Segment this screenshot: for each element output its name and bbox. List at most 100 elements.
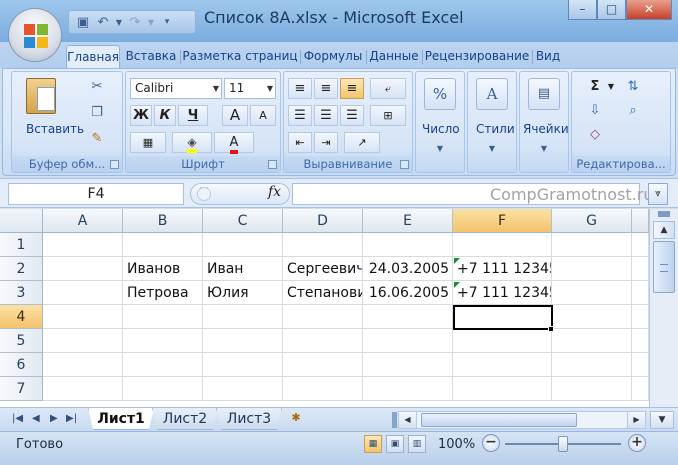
split-handle[interactable] xyxy=(658,211,670,217)
undo-icon[interactable]: ↶ xyxy=(95,15,111,30)
italic-button[interactable]: К xyxy=(154,105,176,126)
cell-c1[interactable] xyxy=(203,233,283,257)
zoom-slider-knob[interactable] xyxy=(558,436,568,452)
dialog-launcher-icon[interactable] xyxy=(400,160,409,169)
paste-icon[interactable] xyxy=(26,78,56,114)
first-sheet-icon[interactable]: |◀ xyxy=(12,413,23,424)
horizontal-scrollbar[interactable]: ◀ ▶ xyxy=(398,411,646,429)
cell-h6[interactable] xyxy=(632,353,649,377)
scroll-thumb[interactable] xyxy=(653,241,675,293)
column-header-f[interactable]: F xyxy=(453,209,552,233)
bold-button[interactable]: Ж xyxy=(130,105,152,126)
sort-filter-icon[interactable]: ⇅ xyxy=(624,78,642,96)
cell-c3[interactable]: Юлия xyxy=(203,281,283,305)
tab-view[interactable]: Вид xyxy=(534,45,562,68)
cell-c5[interactable] xyxy=(203,329,283,353)
error-indicator-icon[interactable] xyxy=(454,282,460,288)
fill-color-button[interactable]: ◈ xyxy=(172,132,212,153)
cells-icon[interactable]: ▤ xyxy=(528,78,560,110)
cell-a4[interactable] xyxy=(43,305,123,329)
cell-d2[interactable]: Сергеевич xyxy=(283,257,363,281)
zoom-out-icon[interactable]: − xyxy=(482,434,500,452)
zoom-in-icon[interactable]: + xyxy=(628,434,646,452)
dialog-launcher-icon[interactable] xyxy=(268,160,277,169)
find-icon[interactable]: ⌕ xyxy=(624,102,642,120)
paste-button-label[interactable]: Вставить xyxy=(26,122,84,136)
column-header-a[interactable]: A xyxy=(43,209,123,233)
active-cell-f4[interactable] xyxy=(453,305,553,330)
tab-formulas[interactable]: Формулы xyxy=(302,45,364,68)
align-left-button[interactable]: ☰ xyxy=(288,105,312,126)
customize-icon[interactable]: ▾ xyxy=(159,17,175,27)
number-format-icon[interactable]: % xyxy=(424,78,456,110)
save-icon[interactable]: ▣ xyxy=(75,15,91,30)
cell-b4[interactable] xyxy=(123,305,203,329)
format-painter-icon[interactable]: ✎ xyxy=(88,130,106,148)
tab-review[interactable]: Рецензирование xyxy=(424,45,530,68)
chevron-down-icon[interactable]: ▼ xyxy=(267,79,273,98)
zoom-level[interactable]: 100% xyxy=(438,437,475,452)
cell-a2[interactable] xyxy=(43,257,123,281)
chevron-down-icon[interactable]: ▼ xyxy=(431,140,449,158)
scroll-down-icon[interactable]: ▼ xyxy=(650,411,674,429)
cell-g2[interactable] xyxy=(552,257,632,281)
align-top-button[interactable]: ≡ xyxy=(288,78,312,99)
vertical-scrollbar[interactable]: ▲ xyxy=(649,209,678,407)
styles-button-label[interactable]: Стили xyxy=(476,122,515,136)
cell-g5[interactable] xyxy=(552,329,632,353)
cell-g7[interactable] xyxy=(552,377,632,401)
normal-view-icon[interactable]: ▦ xyxy=(364,435,382,453)
minimize-button[interactable]: – xyxy=(568,0,597,20)
cell-d7[interactable] xyxy=(283,377,363,401)
row-header-7[interactable]: 7 xyxy=(0,377,43,401)
row-header-6[interactable]: 6 xyxy=(0,353,43,377)
shrink-font-button[interactable]: A xyxy=(250,105,276,126)
cell-d1[interactable] xyxy=(283,233,363,257)
maximize-button[interactable]: □ xyxy=(597,0,626,20)
tab-split-handle[interactable] xyxy=(392,412,397,428)
row-header-4[interactable]: 4 xyxy=(0,305,43,329)
cell-b3[interactable]: Петрова xyxy=(123,281,203,305)
underline-button[interactable]: Ч xyxy=(178,105,208,126)
row-header-5[interactable]: 5 xyxy=(0,329,43,353)
cell-e4[interactable] xyxy=(363,305,453,329)
cell-f6[interactable] xyxy=(453,353,552,377)
cell-f2[interactable]: +7 111 1234569 xyxy=(453,257,552,281)
cell-h4[interactable] xyxy=(632,305,649,329)
cell-h7[interactable] xyxy=(632,377,649,401)
cell-f7[interactable] xyxy=(453,377,552,401)
cell-a7[interactable] xyxy=(43,377,123,401)
cell-f3[interactable]: +7 111 1234574 xyxy=(453,281,552,305)
cell-d5[interactable] xyxy=(283,329,363,353)
row-header-1[interactable]: 1 xyxy=(0,233,43,257)
tab-data[interactable]: Данные xyxy=(368,45,420,68)
column-header-d[interactable]: D xyxy=(283,209,363,233)
tab-page-layout[interactable]: Разметка страниц xyxy=(182,45,298,68)
expand-formula-bar-icon[interactable]: ⩔ xyxy=(648,183,668,205)
column-header-h[interactable] xyxy=(632,209,649,233)
tab-insert[interactable]: Вставка xyxy=(124,45,178,68)
row-header-2[interactable]: 2 xyxy=(0,257,43,281)
previous-sheet-icon[interactable]: ◀ xyxy=(32,413,40,424)
cell-c2[interactable]: Иван xyxy=(203,257,283,281)
cell-e5[interactable] xyxy=(363,329,453,353)
insert-function-button[interactable]: fx xyxy=(268,184,281,200)
cell-c6[interactable] xyxy=(203,353,283,377)
cell-d4[interactable] xyxy=(283,305,363,329)
chevron-down-icon[interactable]: ▼ xyxy=(535,140,553,158)
align-middle-button[interactable]: ≡ xyxy=(314,78,338,99)
dialog-launcher-icon[interactable] xyxy=(110,160,119,169)
column-header-b[interactable]: B xyxy=(123,209,203,233)
align-bottom-button[interactable]: ≡ xyxy=(340,78,364,99)
cell-a5[interactable] xyxy=(43,329,123,353)
align-center-button[interactable]: ☰ xyxy=(314,105,338,126)
cell-e6[interactable] xyxy=(363,353,453,377)
scroll-left-icon[interactable]: ◀ xyxy=(399,412,417,428)
fill-icon[interactable]: ⇩ xyxy=(586,102,604,120)
number-button-label[interactable]: Число xyxy=(422,122,460,136)
cell-g3[interactable] xyxy=(552,281,632,305)
cell-a3[interactable] xyxy=(43,281,123,305)
grow-font-button[interactable]: A xyxy=(222,105,248,126)
increase-indent-button[interactable]: ⇥ xyxy=(314,132,338,153)
cell-g4[interactable] xyxy=(552,305,632,329)
